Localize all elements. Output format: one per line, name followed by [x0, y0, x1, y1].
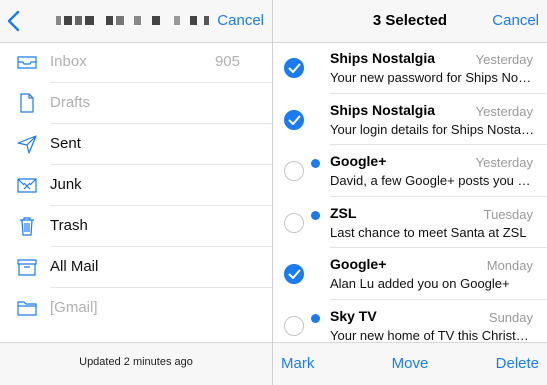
folder-label: Drafts — [50, 94, 91, 111]
checkmark-selected-icon[interactable] — [284, 264, 304, 284]
junk-icon — [16, 174, 38, 196]
folder-inbox[interactable]: Inbox 905 — [0, 42, 272, 83]
account-name-redacted — [56, 14, 209, 28]
folder-trash[interactable]: Trash — [0, 206, 272, 247]
message-preview: David, a few Google+ posts you might lik… — [330, 173, 535, 188]
message-sender: Ships Nostalgia — [330, 50, 436, 66]
unread-dot-icon — [311, 210, 320, 220]
checkmark-unselected-icon[interactable] — [284, 212, 304, 233]
archive-icon — [16, 256, 38, 278]
checkmark-unselected-icon[interactable] — [284, 161, 304, 181]
mailbox-cancel-button[interactable]: Cancel — [217, 12, 264, 29]
inbox-icon — [16, 51, 38, 73]
message-sender: Sky TV — [330, 307, 377, 324]
message-preview: Your new password for Ships Nostalgia — [330, 70, 535, 85]
message-sender: Ships Nostalgia — [330, 101, 436, 118]
folder-list: Inbox 905 Drafts Sent Junk Trash All Mai… — [0, 42, 272, 329]
message-header: 3 Selected Cancel — [273, 0, 547, 43]
folder-label: Inbox — [50, 53, 87, 70]
folder-label: Trash — [50, 217, 88, 234]
message-preview: Your login details for Ships Nostalgia — [330, 121, 535, 137]
message-date: Yesterday — [475, 52, 533, 67]
message-pane: 3 Selected Cancel Ships Nostalgia Yesterd… — [273, 0, 547, 385]
checkmark-selected-icon[interactable] — [284, 58, 304, 78]
sent-icon — [16, 133, 38, 155]
unread-dot-icon — [311, 159, 320, 168]
message-preview: Alan Lu added you on Google+ — [330, 276, 510, 291]
message-row[interactable]: Google+ Monday Alan Lu added you on Google… — [273, 248, 547, 300]
unread-dot-icon — [311, 313, 320, 323]
folder-count: 905 — [214, 53, 240, 70]
folder-drafts[interactable]: Drafts — [0, 83, 272, 124]
message-preview: Last chance to meet Santa at ZSL — [330, 224, 527, 240]
selection-cancel-button[interactable]: Cancel — [492, 12, 539, 29]
trash-icon — [16, 215, 38, 237]
folder-label: [Gmail] — [50, 299, 98, 316]
message-list: Ships Nostalgia Yesterday Your new passwor… — [273, 42, 547, 351]
message-sender: Google+ — [330, 256, 387, 272]
back-chevron-icon[interactable] — [4, 9, 26, 33]
folder-junk[interactable]: Junk — [0, 165, 272, 206]
message-date: Tuesday — [483, 206, 533, 222]
delete-button[interactable]: Delete — [496, 355, 539, 372]
folder-label: Sent — [50, 135, 81, 152]
folder-sent[interactable]: Sent — [0, 124, 272, 165]
message-sender: Google+ — [330, 153, 387, 169]
message-date: Yesterday — [475, 103, 533, 119]
folder-label: All Mail — [50, 258, 99, 275]
folder-label: Junk — [50, 176, 82, 193]
checkmark-unselected-icon[interactable] — [284, 315, 304, 336]
message-row[interactable]: Ships Nostalgia Yesterday Your login detai… — [273, 94, 547, 145]
message-preview: Your new home of TV this Christmas — [330, 327, 535, 343]
message-sender: ZSL — [330, 204, 357, 221]
drafts-icon — [16, 92, 38, 114]
message-row[interactable]: Google+ Yesterday David, a few Google+ pos… — [273, 145, 547, 197]
mailbox-pane: Cancel Inbox 905 Drafts Sent Junk Trash … — [0, 0, 273, 385]
message-date: Monday — [486, 258, 533, 273]
message-date: Sunday — [488, 309, 533, 325]
folder-icon — [16, 297, 38, 319]
message-row[interactable]: ZSL Tuesday Last chance to meet Santa at Z… — [273, 197, 547, 248]
mailbox-footer: Updated 2 minutes ago — [0, 342, 272, 385]
mail-app: Cancel Inbox 905 Drafts Sent Junk Trash … — [0, 0, 547, 385]
edit-toolbar: Mark Move Delete — [273, 342, 547, 385]
checkmark-selected-icon[interactable] — [284, 109, 304, 130]
folder-all-mail[interactable]: All Mail — [0, 247, 272, 288]
message-date: Yesterday — [475, 155, 533, 170]
folder-gmail[interactable]: [Gmail] — [0, 288, 272, 329]
mailbox-header: Cancel — [0, 0, 272, 43]
message-row[interactable]: Ships Nostalgia Yesterday Your new passwor… — [273, 42, 547, 94]
update-status: Updated 2 minutes ago — [79, 356, 193, 368]
